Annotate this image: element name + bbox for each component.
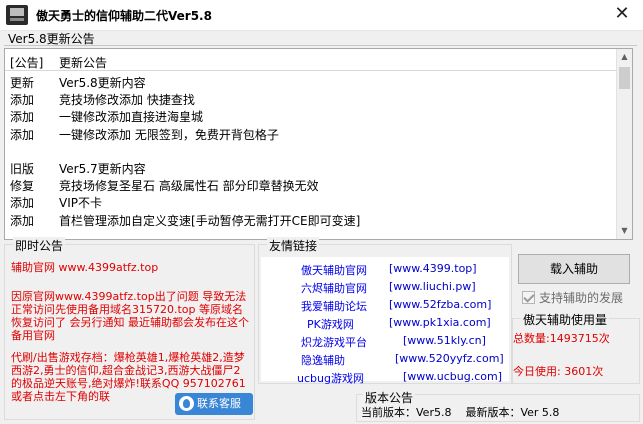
version-info: 当前版本：Ver5.8 最新版本：Ver 5.8 [361, 404, 573, 420]
version-group: 版本公告 当前版本：Ver5.8 最新版本：Ver 5.8 [356, 389, 640, 422]
list-rows: 更新 Ver5.8更新内容 添加 竞技场修改添加 快捷查找 添加 一键修改添加直接进海… [5, 73, 617, 228]
title-bar: 傲天勇士的信仰辅助二代Ver5.8 ✕ [0, 0, 643, 31]
link-row[interactable]: 六烬辅助官网 [www.liuchi.pw] [261, 280, 509, 296]
usage-legend: 傲天辅助使用量 [521, 311, 610, 328]
row-text: Ver5.7更新内容 [59, 161, 146, 176]
list-item[interactable]: 添加 VIP不卡 [5, 193, 617, 210]
tab-divider [4, 45, 637, 46]
friendly-links-panel: 傲天辅助官网 [www.4399.top] 六烬辅助官网 [www.liuchi… [261, 257, 509, 385]
row-type: 添加 [10, 213, 35, 228]
current-version: 当前版本：Ver5.8 [361, 406, 452, 419]
link-row[interactable]: 炽龙游戏平台 [www.51kly.cn] [261, 334, 509, 350]
list-item[interactable] [5, 142, 617, 159]
usage-total: 总数量:1493715次 [513, 332, 610, 345]
row-text: 竞技场修复圣星石 高级属性石 部分印章替换无效 [59, 179, 319, 194]
link-url[interactable]: [www.liuchi.pw] [389, 280, 476, 293]
link-url[interactable]: [www.52fzba.com] [389, 298, 491, 311]
link-url[interactable]: [www.ucbug.com] [403, 370, 502, 383]
row-type: 旧版 [10, 161, 35, 176]
instant-notice-legend: 即时公告 [13, 237, 66, 254]
link-name[interactable]: 傲天辅助官网 [301, 262, 367, 278]
close-button[interactable]: ✕ [609, 3, 635, 25]
latest-version: 最新版本：Ver 5.8 [465, 406, 560, 419]
link-url[interactable]: [www.pk1xia.com] [389, 316, 491, 329]
link-name[interactable]: 隐逸辅助 [301, 352, 345, 368]
link-row[interactable]: 隐逸辅助 [www.520yyfz.com] [261, 352, 509, 368]
vertical-scrollbar[interactable]: ▲ ▼ [616, 49, 632, 239]
row-text: 一键修改添加 无限签到，免费开背包格子 [59, 127, 279, 142]
row-text: 一键修改添加直接进海皇城 [59, 110, 204, 125]
support-checkbox-label: 支持辅助的发展 [539, 291, 624, 305]
official-site-notice: 辅助官网 www.4399atfz.top [11, 261, 159, 274]
load-helper-button[interactable]: 载入辅助 [518, 254, 630, 284]
header-notice: [公告] [10, 56, 44, 70]
row-text: Ver5.8更新内容 [59, 76, 146, 90]
update-list[interactable]: [公告] 更新公告 更新 Ver5.8更新内容 添加 竞技场修改添加 快捷查找 添加… [4, 48, 633, 240]
row-text: 竞技场修改添加 快捷查找 [59, 93, 195, 108]
usage-group: 傲天辅助使用量 总数量:1493715次 今日使用: 3601次 [512, 311, 640, 384]
list-item[interactable]: 添加 一键修改添加直接进海皇城 [5, 107, 617, 124]
friendly-links-legend: 友情链接 [267, 237, 320, 254]
list-item[interactable]: 旧版 Ver5.7更新内容 [5, 159, 617, 176]
link-name[interactable]: PK游戏网 [307, 316, 354, 332]
friendly-links-group: 友情链接 傲天辅助官网 [www.4399.top] 六烬辅助官网 [www.l… [258, 237, 512, 385]
link-url[interactable]: [www.520yyfz.com] [395, 352, 504, 365]
list-item[interactable]: 修复 竞技场修复圣星石 高级属性石 部分印章替换无效 [5, 176, 617, 193]
row-type: 更新 [10, 76, 35, 90]
row-type: 添加 [10, 93, 35, 108]
link-name[interactable]: 炽龙游戏平台 [301, 334, 367, 350]
link-row[interactable]: 傲天辅助官网 [www.4399.top] [261, 262, 509, 278]
scroll-thumb[interactable] [619, 67, 630, 89]
row-type: 添加 [10, 127, 35, 142]
instant-notice-group: 即时公告 辅助官网 www.4399atfz.top 因原官网www.4399a… [4, 237, 255, 420]
link-name[interactable]: 我爱辅助论坛 [301, 298, 367, 314]
contact-support-label: 联系客服 [197, 397, 241, 410]
usage-today: 今日使用: 3601次 [513, 365, 604, 378]
link-url[interactable]: [www.51kly.cn] [403, 334, 486, 347]
link-name[interactable]: ucbug游戏网 [297, 370, 364, 386]
list-item[interactable]: 添加 首栏管理添加自定义变速[手动暂停无需打开CE即可变速] [5, 211, 617, 228]
row-type: 修复 [10, 179, 35, 194]
list-item[interactable]: 更新 Ver5.8更新内容 [5, 73, 617, 90]
row-text: VIP不卡 [59, 196, 102, 211]
app-icon [6, 5, 28, 25]
link-row[interactable]: PK游戏网 [www.pk1xia.com] [261, 316, 509, 332]
list-header: [公告] 更新公告 [5, 49, 617, 71]
row-type: 添加 [10, 110, 35, 125]
row-text: 首栏管理添加自定义变速[手动暂停无需打开CE即可变速] [59, 213, 361, 228]
link-name[interactable]: 六烬辅助官网 [301, 280, 367, 296]
scroll-up-icon[interactable]: ▲ [617, 49, 632, 65]
link-row[interactable]: ucbug游戏网 [www.ucbug.com] [261, 370, 509, 386]
list-item[interactable]: 添加 一键修改添加 无限签到，免费开背包格子 [5, 125, 617, 142]
instant-notice-text: 辅助官网 www.4399atfz.top 因原官网www.4399atfz.t… [11, 261, 249, 412]
domain-notice: 因原官网www.4399atfz.top出了问题 导致无法正常访问先使用备用域名… [11, 290, 249, 342]
contact-support-button[interactable]: 联系客服 [175, 393, 253, 415]
header-update: 更新公告 [59, 56, 108, 70]
row-type: 添加 [10, 196, 35, 211]
window-title: 傲天勇士的信仰辅助二代Ver5.8 [36, 9, 212, 23]
qq-icon [179, 396, 194, 411]
scroll-down-icon[interactable]: ▼ [617, 223, 632, 239]
link-row[interactable]: 我爱辅助论坛 [www.52fzba.com] [261, 298, 509, 314]
checkbox-checked-icon[interactable] [522, 291, 535, 304]
link-url[interactable]: [www.4399.top] [389, 262, 477, 275]
list-item[interactable]: 添加 竞技场修改添加 快捷查找 [5, 90, 617, 107]
support-checkbox[interactable]: 支持辅助的发展 [522, 289, 623, 306]
